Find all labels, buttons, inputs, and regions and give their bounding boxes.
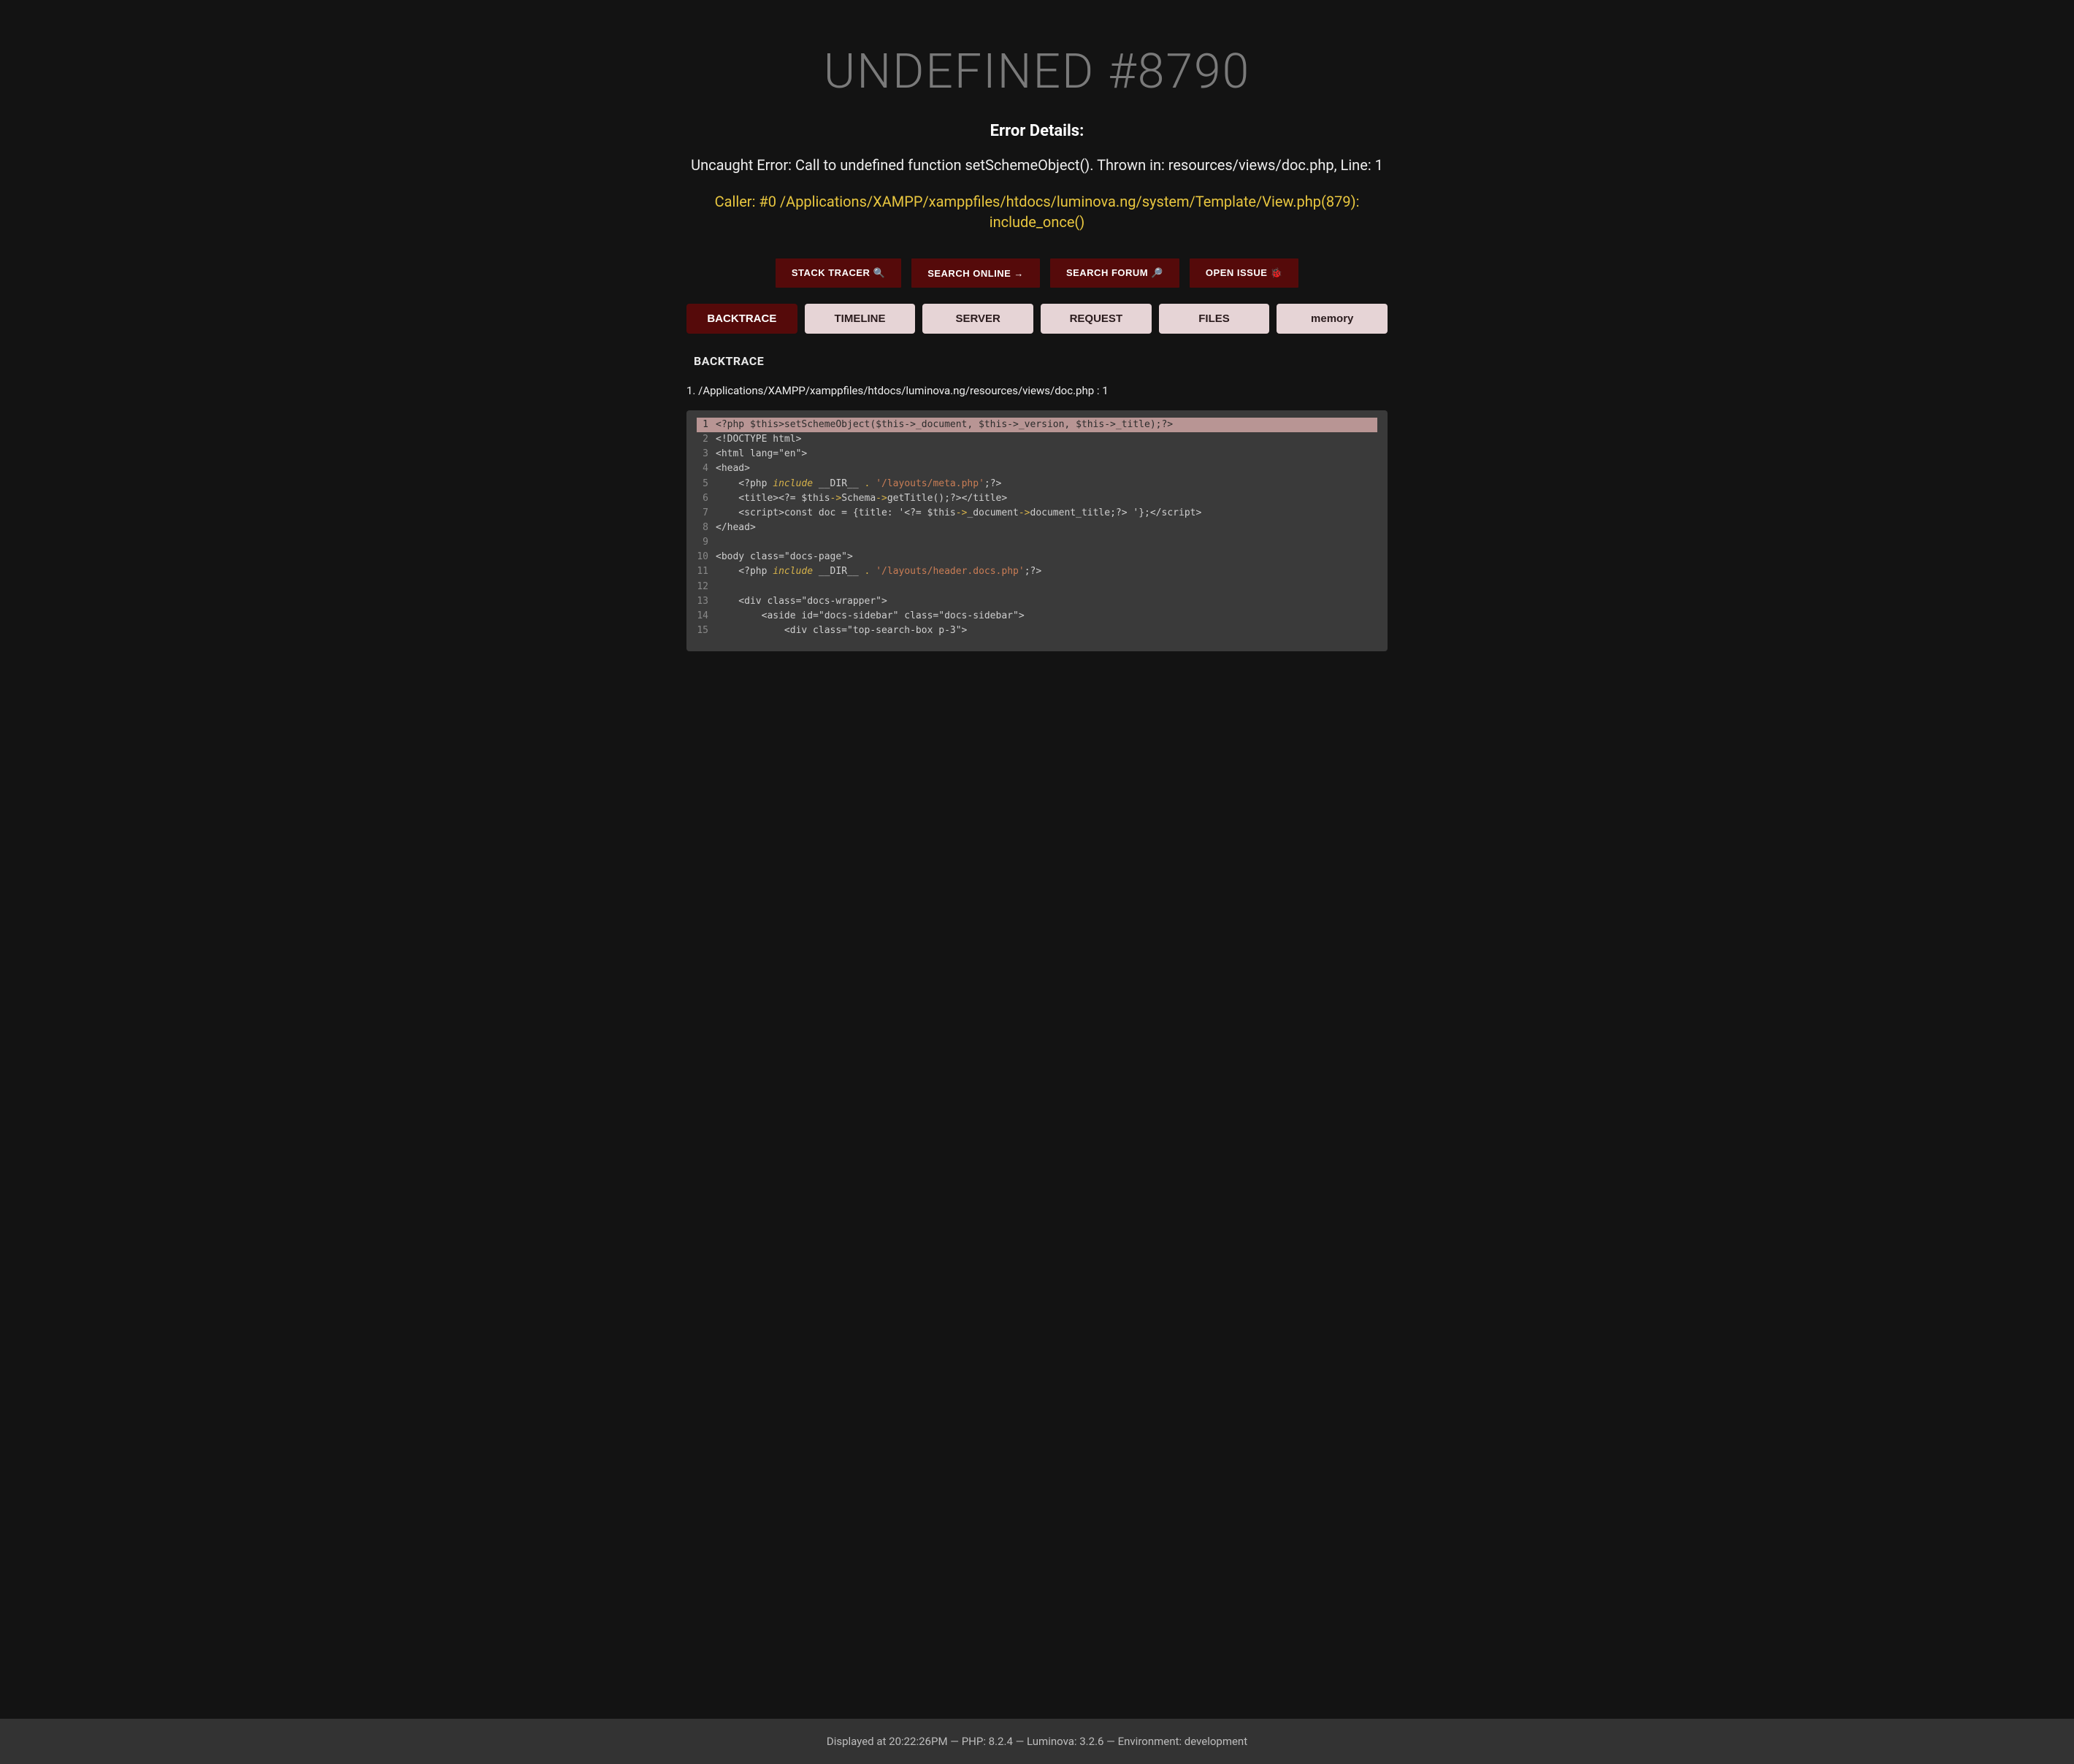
line-number: 10: [697, 550, 716, 564]
tab-row: BACKTRACE TIMELINE SERVER REQUEST FILES …: [686, 304, 1388, 334]
code-line: 7 <script>const doc = {title: '<?= $this…: [697, 506, 1377, 521]
code-line: 9: [697, 535, 1377, 550]
code-line: 11 <?php include __DIR__ . '/layouts/hea…: [697, 564, 1377, 579]
code-content: <aside id="docs-sidebar" class="docs-sid…: [716, 609, 1025, 624]
code-line: 10<body class="docs-page">: [697, 550, 1377, 564]
line-number: 5: [697, 477, 716, 491]
line-number: 2: [697, 432, 716, 447]
line-number: 11: [697, 564, 716, 579]
code-line: 15 <div class="top-search-box p-3">: [697, 624, 1377, 638]
open-issue-button[interactable]: OPEN ISSUE 🐞: [1190, 258, 1298, 288]
code-content: <?php include __DIR__ . '/layouts/header…: [716, 564, 1041, 579]
code-content: <script>const doc = {title: '<?= $this->…: [716, 506, 1201, 521]
code-content: <?php $this>setSchemeObject($this->_docu…: [716, 418, 1173, 432]
line-number: 9: [697, 535, 716, 550]
line-number: 12: [697, 580, 716, 594]
trace-file: /Applications/XAMPP/xamppfiles/htdocs/lu…: [698, 384, 1109, 397]
tab-timeline[interactable]: TIMELINE: [805, 304, 916, 334]
line-number: 3: [697, 447, 716, 461]
line-number: 15: [697, 624, 716, 638]
tab-files[interactable]: FILES: [1159, 304, 1270, 334]
search-online-button[interactable]: SEARCH ONLINE →: [911, 258, 1040, 288]
error-message: Uncaught Error: Call to undefined functi…: [686, 155, 1388, 175]
code-content: <!DOCTYPE html>: [716, 432, 801, 447]
section-heading: BACKTRACE: [694, 354, 1388, 368]
tab-memory[interactable]: memory: [1277, 304, 1388, 334]
line-number: 1: [697, 418, 716, 432]
trace-item: 1. /Applications/XAMPP/xamppfiles/htdocs…: [686, 384, 1388, 397]
line-number: 4: [697, 461, 716, 476]
footer: Displayed at 20:22:26PM — PHP: 8.2.4 — L…: [0, 1719, 2074, 1764]
line-number: 7: [697, 506, 716, 521]
code-line: 1<?php $this>setSchemeObject($this->_doc…: [697, 418, 1377, 432]
code-line: 3<html lang="en">: [697, 447, 1377, 461]
code-content: <html lang="en">: [716, 447, 807, 461]
code-content: <div class="docs-wrapper">: [716, 594, 887, 609]
code-content: <?php include __DIR__ . '/layouts/meta.p…: [716, 477, 1001, 491]
error-title: UNDEFINED #8790: [686, 44, 1388, 100]
code-line: 5 <?php include __DIR__ . '/layouts/meta…: [697, 477, 1377, 491]
code-content: <title><?= $this->Schema->getTitle();?><…: [716, 491, 1007, 506]
trace-index: 1.: [686, 384, 695, 397]
line-number: 14: [697, 609, 716, 624]
line-number: 6: [697, 491, 716, 506]
error-caller: Caller: #0 /Applications/XAMPP/xamppfile…: [686, 191, 1388, 232]
code-line: 12: [697, 580, 1377, 594]
line-number: 13: [697, 594, 716, 609]
code-line: 8</head>: [697, 521, 1377, 535]
code-line: 4<head>: [697, 461, 1377, 476]
tab-request[interactable]: REQUEST: [1041, 304, 1152, 334]
code-line: 2<!DOCTYPE html>: [697, 432, 1377, 447]
code-block: 1<?php $this>setSchemeObject($this->_doc…: [686, 410, 1388, 651]
code-content: </head>: [716, 521, 756, 535]
error-subtitle: Error Details:: [686, 122, 1388, 140]
tab-server[interactable]: SERVER: [922, 304, 1033, 334]
search-forum-button[interactable]: SEARCH FORUM 🔎: [1050, 258, 1179, 288]
code-line: 6 <title><?= $this->Schema->getTitle();?…: [697, 491, 1377, 506]
action-row: STACK TRACER 🔍 SEARCH ONLINE → SEARCH FO…: [686, 258, 1388, 288]
stack-tracer-button[interactable]: STACK TRACER 🔍: [776, 258, 901, 288]
code-content: <head>: [716, 461, 750, 476]
tab-backtrace[interactable]: BACKTRACE: [686, 304, 797, 334]
code-content: <div class="top-search-box p-3">: [716, 624, 967, 638]
code-line: 14 <aside id="docs-sidebar" class="docs-…: [697, 609, 1377, 624]
code-content: <body class="docs-page">: [716, 550, 853, 564]
code-line: 13 <div class="docs-wrapper">: [697, 594, 1377, 609]
line-number: 8: [697, 521, 716, 535]
